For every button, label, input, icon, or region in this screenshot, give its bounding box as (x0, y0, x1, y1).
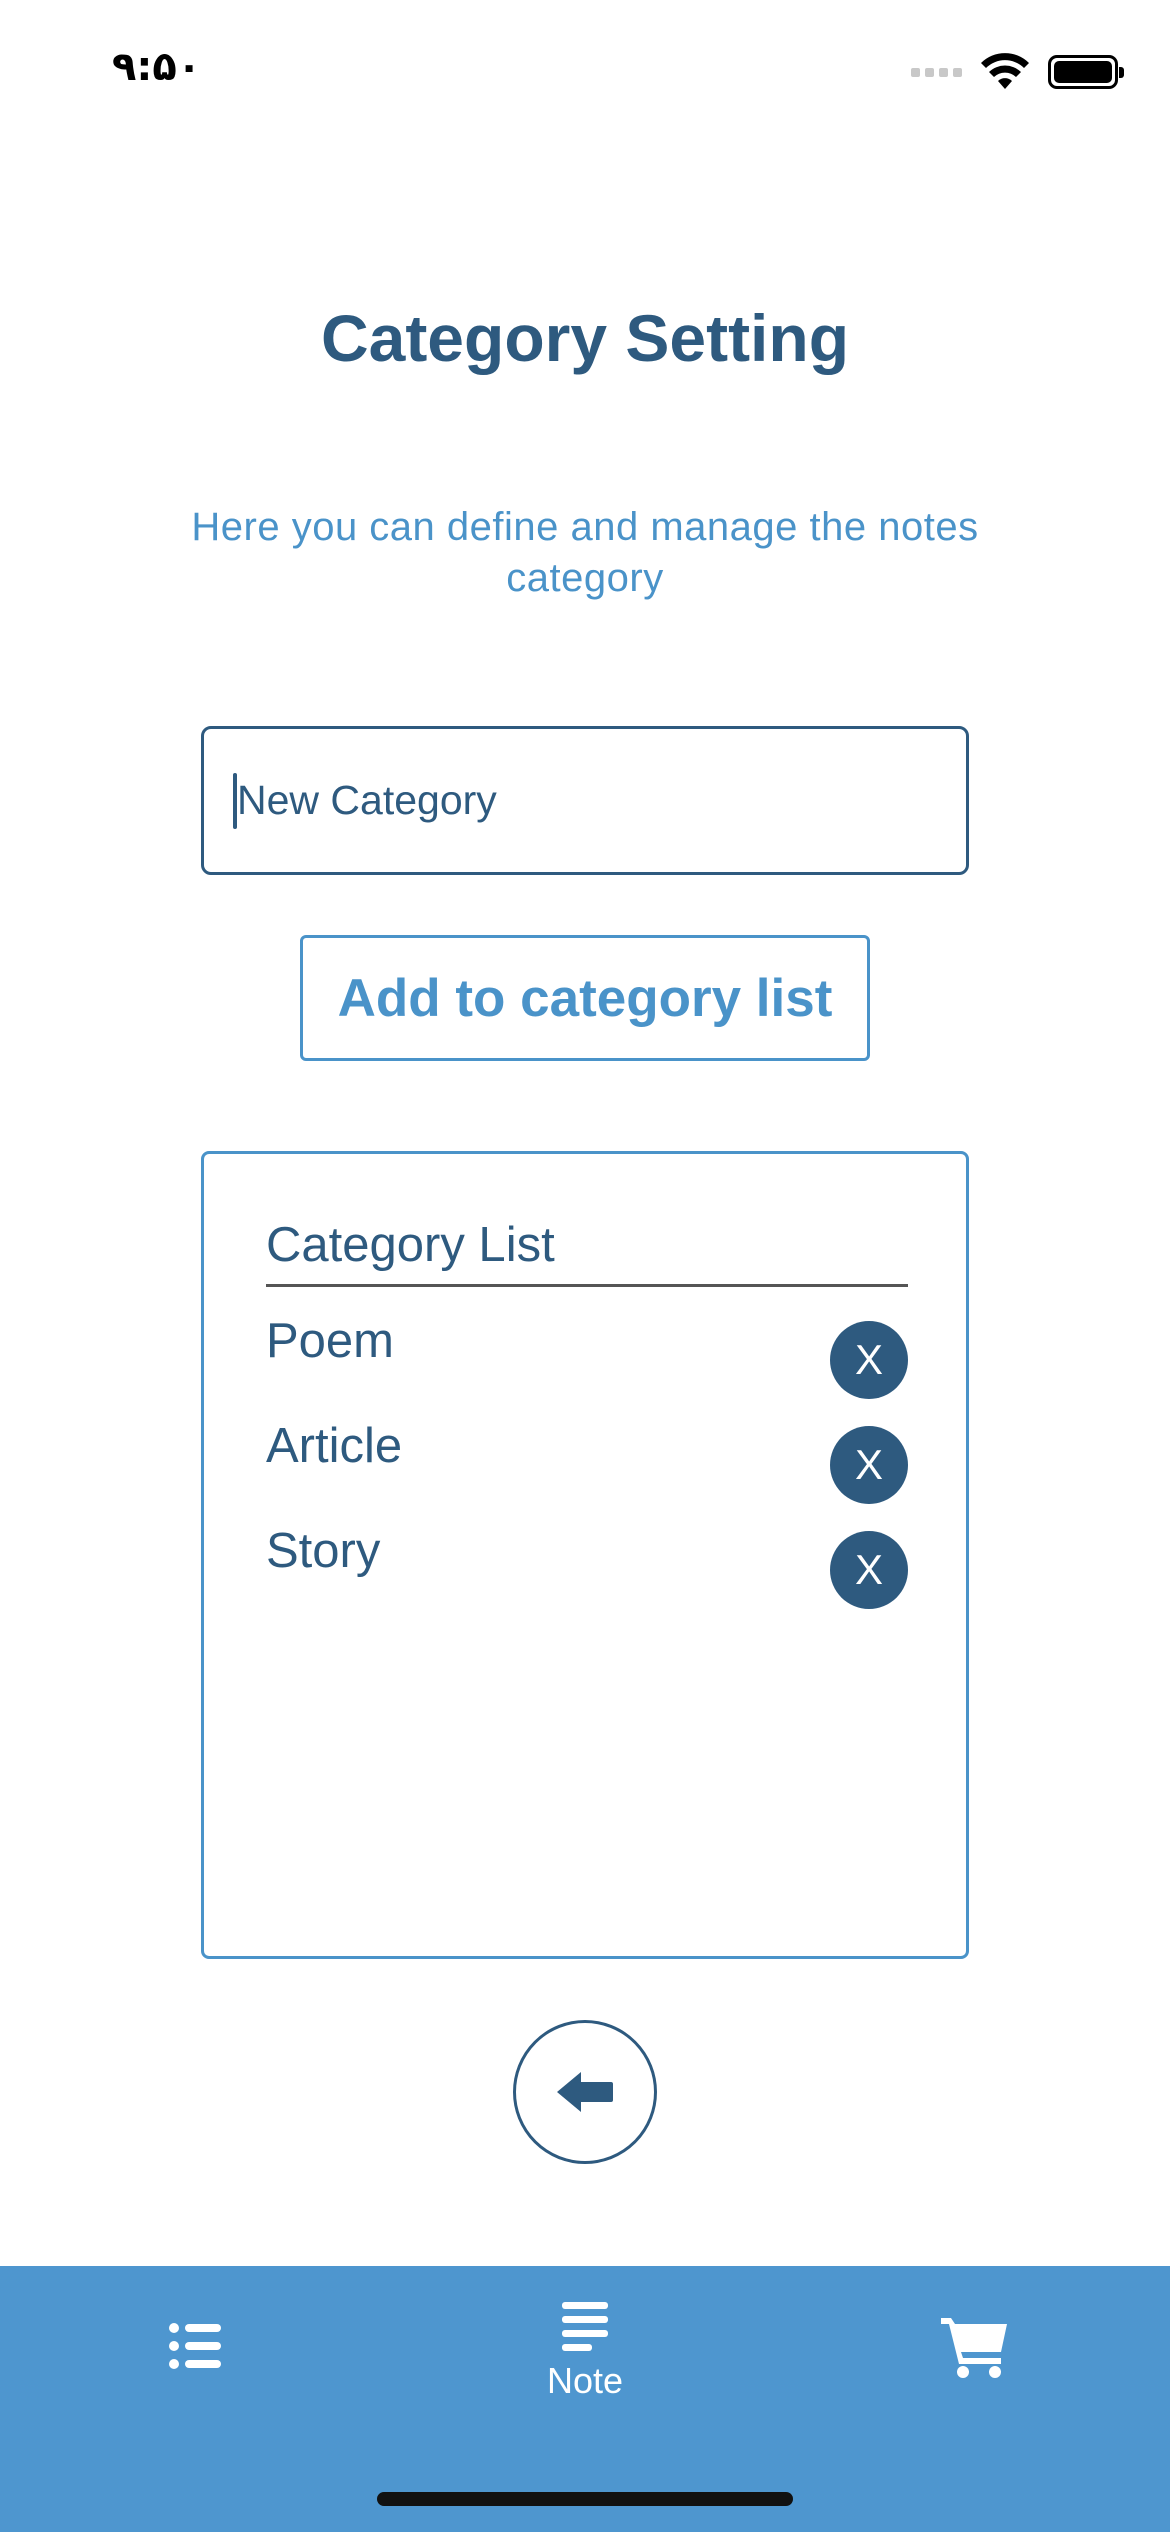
status-time: ۹:۵۰ (112, 44, 202, 90)
arrow-left-icon (557, 2072, 613, 2112)
category-list-panel: Category List Poem X Article X Story X (201, 1151, 969, 1959)
delete-category-button[interactable]: X (830, 1426, 908, 1504)
category-label: Story (266, 1524, 381, 1578)
category-item-article: Article X (266, 1418, 908, 1504)
page-subtitle: Here you can define and manage the notes… (191, 505, 979, 600)
text-cursor (233, 773, 237, 829)
home-indicator[interactable] (377, 2492, 793, 2506)
category-list-header: Category List (266, 1217, 908, 1287)
delete-category-button[interactable]: X (830, 1321, 908, 1399)
cellular-signal-icon (911, 67, 962, 77)
cart-icon (941, 2318, 1007, 2378)
category-label: Article (266, 1419, 403, 1473)
tab-cart[interactable] (900, 2266, 1050, 2466)
category-label: Poem (266, 1314, 395, 1368)
battery-icon (1048, 55, 1124, 89)
list-icon (169, 2323, 221, 2369)
wifi-icon (981, 53, 1029, 89)
tab-note[interactable]: Note (485, 2266, 685, 2466)
page-title: Category Setting (320, 301, 850, 375)
delete-category-button[interactable]: X (830, 1531, 908, 1609)
category-item-poem: Poem X (266, 1313, 908, 1399)
new-category-input[interactable] (201, 726, 969, 875)
tab-note-label: Note (546, 2360, 624, 2401)
tab-list[interactable] (120, 2266, 270, 2466)
status-icons (911, 52, 1124, 92)
add-to-category-list-button[interactable]: Add to category list (300, 935, 870, 1061)
category-item-story: Story X (266, 1523, 908, 1609)
back-button[interactable] (513, 2020, 657, 2164)
note-lines-icon (562, 2302, 608, 2351)
